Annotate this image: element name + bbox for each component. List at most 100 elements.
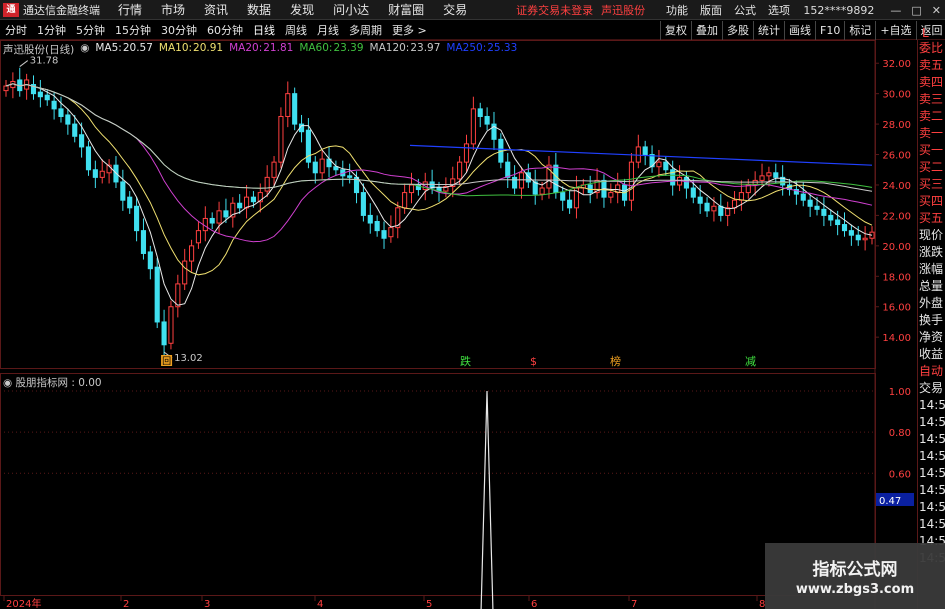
legend-ma120: MA120:23.97 <box>369 42 441 54</box>
candle-body <box>243 196 250 209</box>
indicator-tick-label: 0.60 <box>889 469 911 480</box>
candle-body <box>835 219 841 226</box>
stock-name-top: 声迅股份 <box>601 3 646 17</box>
quote-row: 涨跌 <box>919 245 944 259</box>
period-monthly[interactable]: 月线 <box>312 22 344 38</box>
candle-body <box>140 230 147 254</box>
menu-market[interactable]: 市场 <box>161 1 185 18</box>
candle-body <box>360 192 366 216</box>
menu-functions[interactable]: 功能 <box>666 2 688 18</box>
tool-watchlist[interactable]: +自选 <box>875 21 915 40</box>
tool-back[interactable]: 返回 <box>915 21 945 40</box>
candle-body <box>731 199 738 209</box>
quote-row: 14:56 <box>919 449 945 463</box>
tool-multi[interactable]: 多股 <box>722 21 753 40</box>
menu-quotes[interactable]: 行情 <box>118 1 142 18</box>
ma120-line <box>5 83 873 192</box>
legend-collapse-icon[interactable]: ◉ <box>80 42 89 57</box>
menu-formula[interactable]: 公式 <box>734 2 756 18</box>
close-icon[interactable]: ✕ <box>932 4 941 17</box>
candle-body <box>766 172 772 177</box>
candle-body <box>457 161 463 180</box>
period-intraday[interactable]: 分时 <box>0 22 32 38</box>
indicator-tick-label: 1.00 <box>889 387 911 398</box>
quote-panel: 委比 卖五 卖四 卖三 卖二 卖一 买一 买二 买三 买四 买五 现价 涨跌 涨幅 总量 外盘 换手 净资 收益 自动… <box>917 40 945 609</box>
quote-row: 14:56 <box>919 483 945 497</box>
tool-adjust[interactable]: 复权 <box>660 21 691 40</box>
candle-body <box>189 245 195 262</box>
indicator-name: 股朋指标网 <box>15 377 69 389</box>
menu-options[interactable]: 选项 <box>768 2 790 18</box>
quote-row: 买五 <box>919 211 944 225</box>
menu-wealth[interactable]: 财富圈 <box>388 1 424 18</box>
tool-stats[interactable]: 统计 <box>753 21 784 40</box>
period-daily[interactable]: 日线 <box>248 22 280 38</box>
ma250-line <box>409 144 873 166</box>
period-bar: 分时 1分钟 5分钟 15分钟 30分钟 60分钟 日线 周线 月线 多周期 更… <box>0 21 945 40</box>
price-tick-label: 32.00 <box>882 59 911 70</box>
candle-body <box>347 175 353 178</box>
indicator-panel-frame <box>0 373 876 596</box>
price-tick-label: 20.00 <box>882 242 911 253</box>
candle-body <box>512 176 518 189</box>
indicator-value: : 0.00 <box>71 377 102 389</box>
event-marker: 榜 <box>610 354 621 368</box>
tool-overlay[interactable]: 叠加 <box>691 21 722 40</box>
candle-body <box>367 214 373 224</box>
candle-body <box>271 161 277 178</box>
tool-f10[interactable]: F10 <box>815 21 844 40</box>
period-more[interactable]: 更多 > <box>387 22 432 38</box>
candle-body <box>161 321 167 346</box>
candle-body <box>147 251 153 270</box>
tool-mark[interactable]: 标记 <box>844 21 875 40</box>
menu-trade[interactable]: 交易 <box>443 1 467 18</box>
menu-discover[interactable]: 发现 <box>290 1 314 18</box>
candle-body <box>285 93 291 117</box>
period-weekly[interactable]: 周线 <box>280 22 312 38</box>
period-1min[interactable]: 1分钟 <box>32 22 71 38</box>
candle-body <box>759 175 765 181</box>
quote-row: 14:56 <box>919 415 945 429</box>
period-30min[interactable]: 30分钟 <box>156 22 202 38</box>
quote-l-label: L <box>922 26 929 40</box>
date-tick-label: 2 <box>123 599 129 609</box>
high-label: 31.78 <box>30 56 59 67</box>
period-multi[interactable]: 多周期 <box>344 22 387 38</box>
user-account[interactable]: 152****9892 <box>803 4 874 17</box>
candle-body <box>388 227 394 238</box>
candle-body <box>79 134 85 148</box>
candle-body <box>683 176 689 189</box>
candle-body <box>718 205 724 216</box>
trade-status[interactable]: 证券交易未登录 <box>516 2 593 18</box>
date-tick-label: 6 <box>531 599 537 609</box>
chart-toolbar: 复权 叠加 多股 统计 画线 F10 标记 +自选 返回 <box>660 21 945 40</box>
candle-body <box>99 170 105 178</box>
menu-layout[interactable]: 版面 <box>700 2 722 18</box>
candle-body <box>65 114 71 125</box>
indicator-collapse-icon[interactable]: ◉ <box>3 377 12 389</box>
low-badge: 回 <box>162 356 171 367</box>
menu-news[interactable]: 资讯 <box>204 1 228 18</box>
quote-row: 14:56 <box>919 517 945 531</box>
window-controls: 152****9892 — □ ✕ <box>803 0 941 20</box>
app-logo-icon: 通 <box>3 2 19 17</box>
candle-body <box>711 205 717 212</box>
menu-data[interactable]: 数据 <box>247 1 271 18</box>
candle-body <box>182 260 188 285</box>
candle-body <box>402 192 408 209</box>
candle-body <box>821 208 827 216</box>
app-title: 通达信金融终端 <box>23 3 100 17</box>
quote-row: 卖一 <box>919 126 944 140</box>
quote-row: 买四 <box>919 194 944 208</box>
maximize-icon[interactable]: □ <box>911 4 921 17</box>
candle-body <box>539 187 545 195</box>
indicator-current-marker: 0.47 <box>879 496 901 507</box>
candlestick-chart[interactable]: 32.00 30.00 28.00 26.00 24.00 22.00 20.00 18.00… <box>0 40 917 609</box>
tool-draw[interactable]: 画线 <box>784 21 815 40</box>
minimize-icon[interactable]: — <box>890 4 901 17</box>
period-15min[interactable]: 15分钟 <box>110 22 156 38</box>
menu-ask[interactable]: 问小达 <box>333 1 369 18</box>
period-60min[interactable]: 60分钟 <box>202 22 248 38</box>
legend-ma250: MA250:25.33 <box>446 42 518 54</box>
period-5min[interactable]: 5分钟 <box>71 22 110 38</box>
